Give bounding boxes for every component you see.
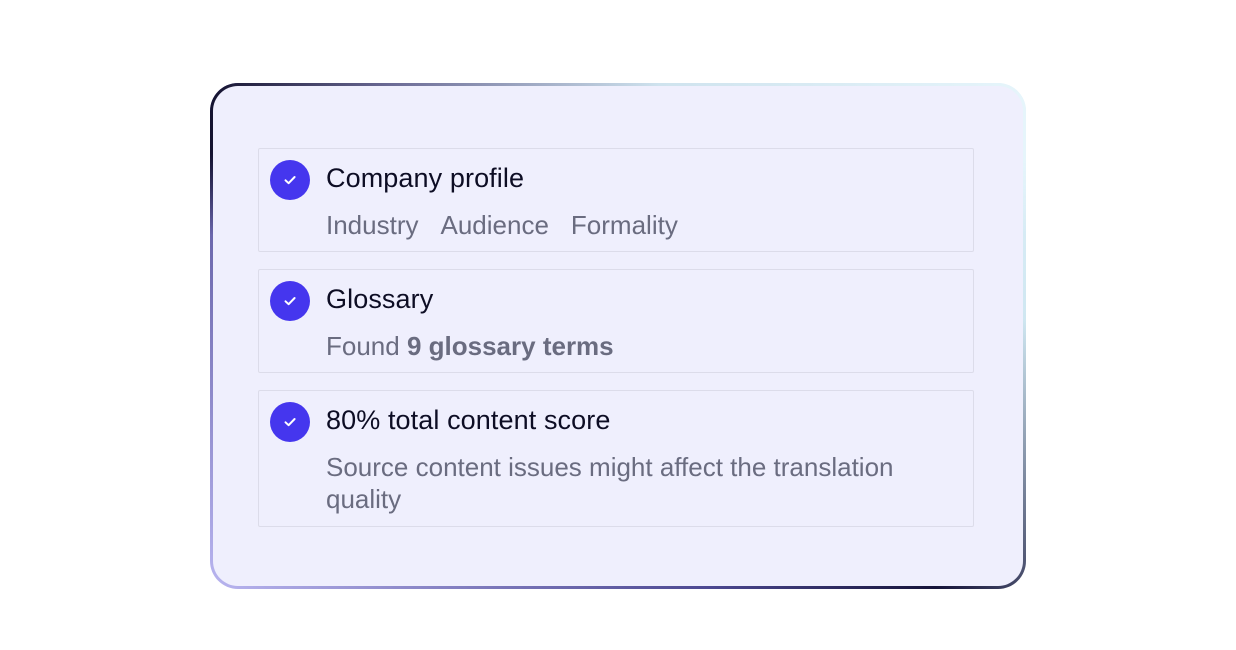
step-title: 80% total content score <box>326 405 611 435</box>
detail-prefix: Found <box>326 331 400 361</box>
step-detail: Source content issues might affect the t… <box>326 452 894 514</box>
tag-formality: Formality <box>570 210 678 240</box>
step-title: Company profile <box>326 163 525 193</box>
tag-audience: Audience <box>440 210 549 240</box>
step-glossary: Glossary Found 9 glossary terms <box>258 269 974 373</box>
step-title: Glossary <box>326 284 434 314</box>
analysis-card-frame: Company profile Industry Audience Formalit… <box>210 83 1026 589</box>
step-company-profile: Company profile Industry Audience Formalit… <box>258 148 974 252</box>
step-detail: Found 9 glossary terms <box>326 330 614 362</box>
glossary-count: 9 glossary terms <box>406 331 614 361</box>
check-circle-icon <box>270 402 310 442</box>
check-circle-icon <box>270 160 310 200</box>
check-circle-icon <box>270 281 310 321</box>
tag-industry: Industry <box>326 210 419 240</box>
analysis-card: Company profile Industry Audience Formalit… <box>213 86 1023 586</box>
step-tags: Industry Audience Formality <box>326 209 700 241</box>
step-content-score: 80% total content score Source content i… <box>258 390 974 527</box>
